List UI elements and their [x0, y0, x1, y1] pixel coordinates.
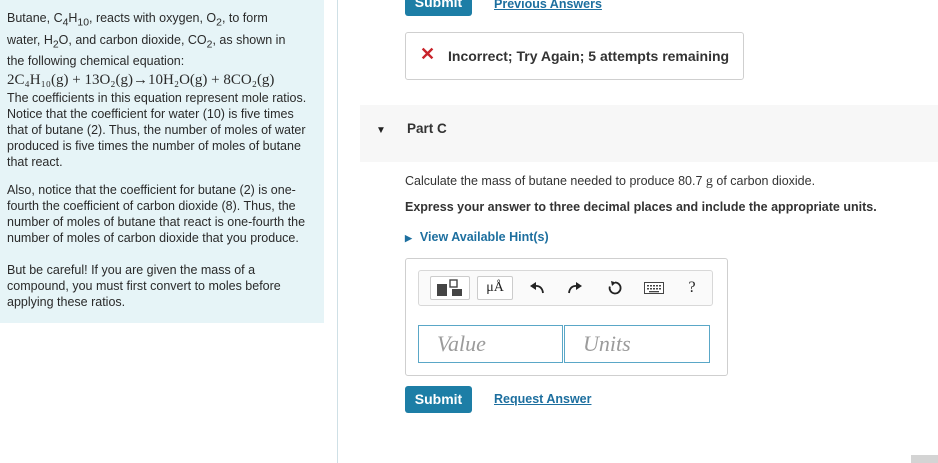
keyboard-icon[interactable]	[643, 278, 665, 298]
feedback-text: Incorrect; Try Again; 5 attempts remaini…	[448, 48, 730, 64]
redo-icon[interactable]	[564, 278, 586, 298]
intro-text: , to form	[221, 11, 268, 25]
previous-answers-link[interactable]: Previous Answers	[494, 0, 602, 11]
template-glyph	[437, 279, 462, 296]
keyboard-glyph	[644, 282, 664, 294]
intro-text: Butane, C	[7, 11, 63, 25]
intro-text: , reacts with oxygen, O	[89, 11, 217, 25]
units-icon[interactable]: μÅ	[477, 276, 513, 300]
question-text: Calculate the mass of butane needed to p…	[405, 174, 815, 190]
caret-down-icon: ▼	[376, 125, 386, 136]
intro-sub: 10	[77, 17, 89, 29]
caret-right-icon: ▶	[405, 233, 412, 243]
intro-panel: Butane, C4H10, reacts with oxygen, O2, t…	[0, 0, 324, 323]
feedback-message: ✕ Incorrect; Try Again; 5 attempts remai…	[405, 32, 744, 80]
units-input[interactable]: Units	[564, 325, 710, 363]
intro-text: O, and carbon dioxide, CO	[58, 32, 207, 47]
intro-text: water, H	[7, 32, 53, 47]
value-input[interactable]: Value	[418, 325, 563, 363]
submit-button[interactable]: Submit	[405, 386, 472, 413]
reset-icon[interactable]	[604, 278, 626, 298]
question-instruction: Express your answer to three decimal pla…	[405, 200, 877, 214]
undo-glyph	[530, 282, 544, 294]
scrollbar-thumb[interactable]	[911, 455, 938, 463]
chemical-equation: 2C₄H₁₀(g) + 13O₂(g)→10H₂O(g) + 8CO₂(g)	[7, 72, 275, 88]
part-c-label: Part C	[407, 121, 447, 136]
panel-divider	[337, 0, 338, 463]
math-toolbar: μÅ ?	[418, 270, 713, 306]
template-icon[interactable]	[430, 276, 470, 300]
part-c-header[interactable]: ▼ Part C	[360, 105, 938, 162]
answer-box: μÅ ? Value Units	[405, 258, 728, 376]
intro-text: , as shown in	[212, 32, 286, 47]
intro-text: the following chemical equation:	[7, 54, 185, 68]
reset-glyph	[608, 281, 622, 295]
view-hints-toggle[interactable]: ▶ View Available Hint(s)	[405, 230, 549, 244]
undo-icon[interactable]	[526, 278, 548, 298]
view-hints-label: View Available Hint(s)	[419, 230, 549, 244]
help-icon[interactable]: ?	[681, 278, 703, 298]
unit-g: g	[705, 174, 713, 189]
intro-paragraph-1: Butane, C4H10, reacts with oxygen, O2, t…	[7, 10, 317, 69]
redo-glyph	[568, 282, 582, 294]
question-text-part: of carbon dioxide.	[712, 174, 816, 188]
intro-paragraph-3: Also, notice that the coefficient for bu…	[7, 183, 306, 245]
submit-button-previous[interactable]: Submit	[405, 0, 472, 16]
x-icon: ✕	[420, 44, 436, 64]
question-text-part: Calculate the mass of butane needed to p…	[405, 174, 706, 188]
intro-paragraph-4: But be careful! If you are given the mas…	[7, 263, 281, 309]
request-answer-link[interactable]: Request Answer	[494, 392, 591, 406]
intro-paragraph-2: The coefficients in this equation repres…	[7, 91, 307, 169]
